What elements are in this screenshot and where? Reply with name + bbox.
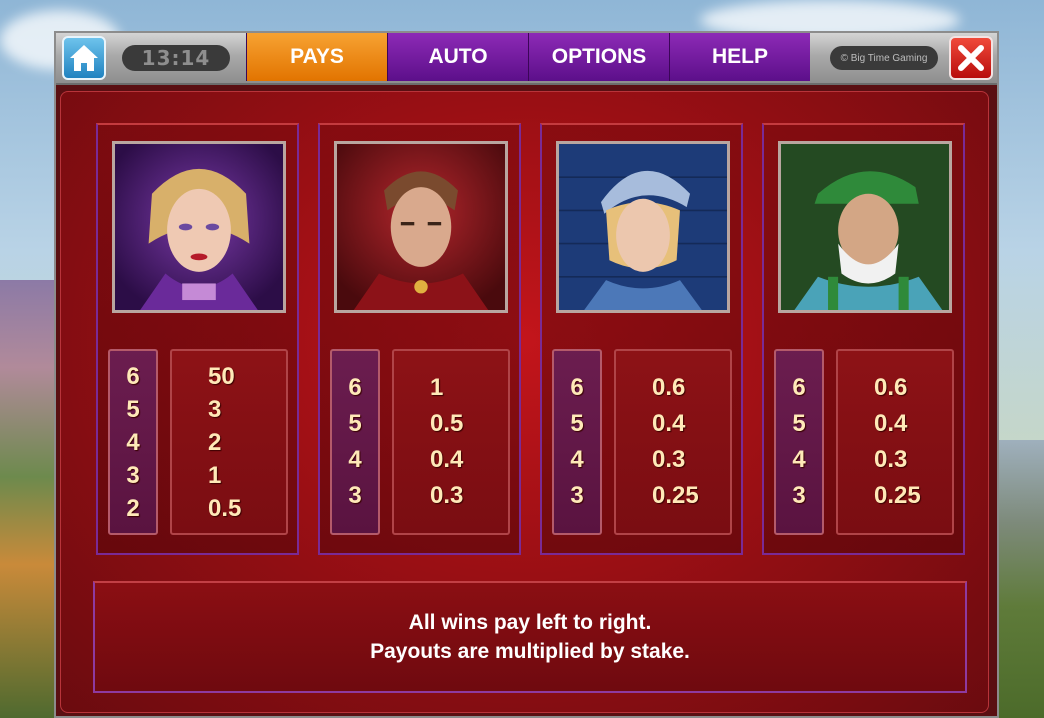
background-landscape-right xyxy=(994,440,1044,718)
payout-value: 0.3 xyxy=(430,482,464,509)
background-landscape-left xyxy=(0,280,56,718)
symbol-count: 4 xyxy=(348,446,362,473)
symbol-count: 4 xyxy=(792,446,806,473)
maid-symbol-image xyxy=(556,141,730,313)
payout-list: 50 3 2 1 0.5 xyxy=(170,349,288,535)
symbol-column-old-man: 6 5 4 3 0.6 0.4 0.3 0.25 xyxy=(762,123,965,555)
symbol-count: 5 xyxy=(792,410,806,437)
payout-value: 0.3 xyxy=(652,446,686,473)
rules-info-box: All wins pay left to right. Payouts are … xyxy=(93,581,967,693)
rules-line: Payouts are multiplied by stake. xyxy=(370,640,690,663)
payout-value: 0.5 xyxy=(430,410,464,437)
top-bar: 13:14 PAYS AUTO OPTIONS HELP © Big Time … xyxy=(56,33,997,85)
tab-pays[interactable]: PAYS xyxy=(246,33,387,81)
symbol-count: 6 xyxy=(792,374,806,401)
payout-value: 0.6 xyxy=(874,374,908,401)
payout-value: 0.4 xyxy=(652,410,686,437)
payout-value: 0.25 xyxy=(652,482,699,509)
payout-value: 0.4 xyxy=(430,446,464,473)
symbol-column-nobleman: 6 5 4 3 1 0.5 0.4 0.3 xyxy=(318,123,521,555)
symbol-count: 4 xyxy=(126,428,140,456)
symbol-count: 3 xyxy=(570,482,584,509)
symbol-count: 6 xyxy=(570,374,584,401)
payout-value: 1 xyxy=(430,374,444,401)
close-button[interactable] xyxy=(949,36,993,80)
symbol-count-list: 6 5 4 3 xyxy=(774,349,824,535)
symbol-count: 5 xyxy=(348,410,362,437)
payout-value: 2 xyxy=(208,428,222,456)
symbol-count: 3 xyxy=(126,461,140,489)
close-x-icon xyxy=(958,45,984,71)
home-icon xyxy=(70,45,98,71)
payout-value: 0.25 xyxy=(874,482,921,509)
symbol-count: 5 xyxy=(570,410,584,437)
payout-value: 0.3 xyxy=(874,446,908,473)
symbol-count: 3 xyxy=(792,482,806,509)
symbol-count: 6 xyxy=(126,362,140,390)
symbol-column-sorceress: 6 5 4 3 2 50 3 2 1 0.5 xyxy=(96,123,299,555)
old-man-symbol-image xyxy=(778,141,952,313)
tab-help[interactable]: HELP xyxy=(669,33,810,81)
symbol-count: 6 xyxy=(348,374,362,401)
payout-list: 0.6 0.4 0.3 0.25 xyxy=(614,349,732,535)
home-button[interactable] xyxy=(62,36,106,80)
payout-value: 0.4 xyxy=(874,410,908,437)
payout-value: 3 xyxy=(208,395,222,423)
clock-display: 13:14 xyxy=(122,45,230,71)
payout-value: 1 xyxy=(208,461,222,489)
symbol-count: 3 xyxy=(348,482,362,509)
payout-value: 50 xyxy=(208,362,235,390)
paytable-panel: 6 5 4 3 2 50 3 2 1 0.5 6 5 4 3 1 0.5 0.4… xyxy=(60,91,989,713)
payout-list: 1 0.5 0.4 0.3 xyxy=(392,349,510,535)
brand-label: © Big Time Gaming xyxy=(830,46,938,70)
symbol-count: 2 xyxy=(126,494,140,522)
payout-value: 0.5 xyxy=(208,494,242,522)
nobleman-symbol-image xyxy=(334,141,508,313)
tab-auto[interactable]: AUTO xyxy=(387,33,528,81)
symbol-count-list: 6 5 4 3 2 xyxy=(108,349,158,535)
symbol-count: 5 xyxy=(126,395,140,423)
rules-line: All wins pay left to right. xyxy=(408,611,652,634)
symbol-count-list: 6 5 4 3 xyxy=(552,349,602,535)
sorceress-symbol-image xyxy=(112,141,286,313)
payout-value: 0.6 xyxy=(652,374,686,401)
symbol-column-maid: 6 5 4 3 0.6 0.4 0.3 0.25 xyxy=(540,123,743,555)
tab-options[interactable]: OPTIONS xyxy=(528,33,669,81)
symbol-count-list: 6 5 4 3 xyxy=(330,349,380,535)
symbol-count: 4 xyxy=(570,446,584,473)
payout-list: 0.6 0.4 0.3 0.25 xyxy=(836,349,954,535)
paytable-window: 13:14 PAYS AUTO OPTIONS HELP © Big Time … xyxy=(54,31,999,718)
